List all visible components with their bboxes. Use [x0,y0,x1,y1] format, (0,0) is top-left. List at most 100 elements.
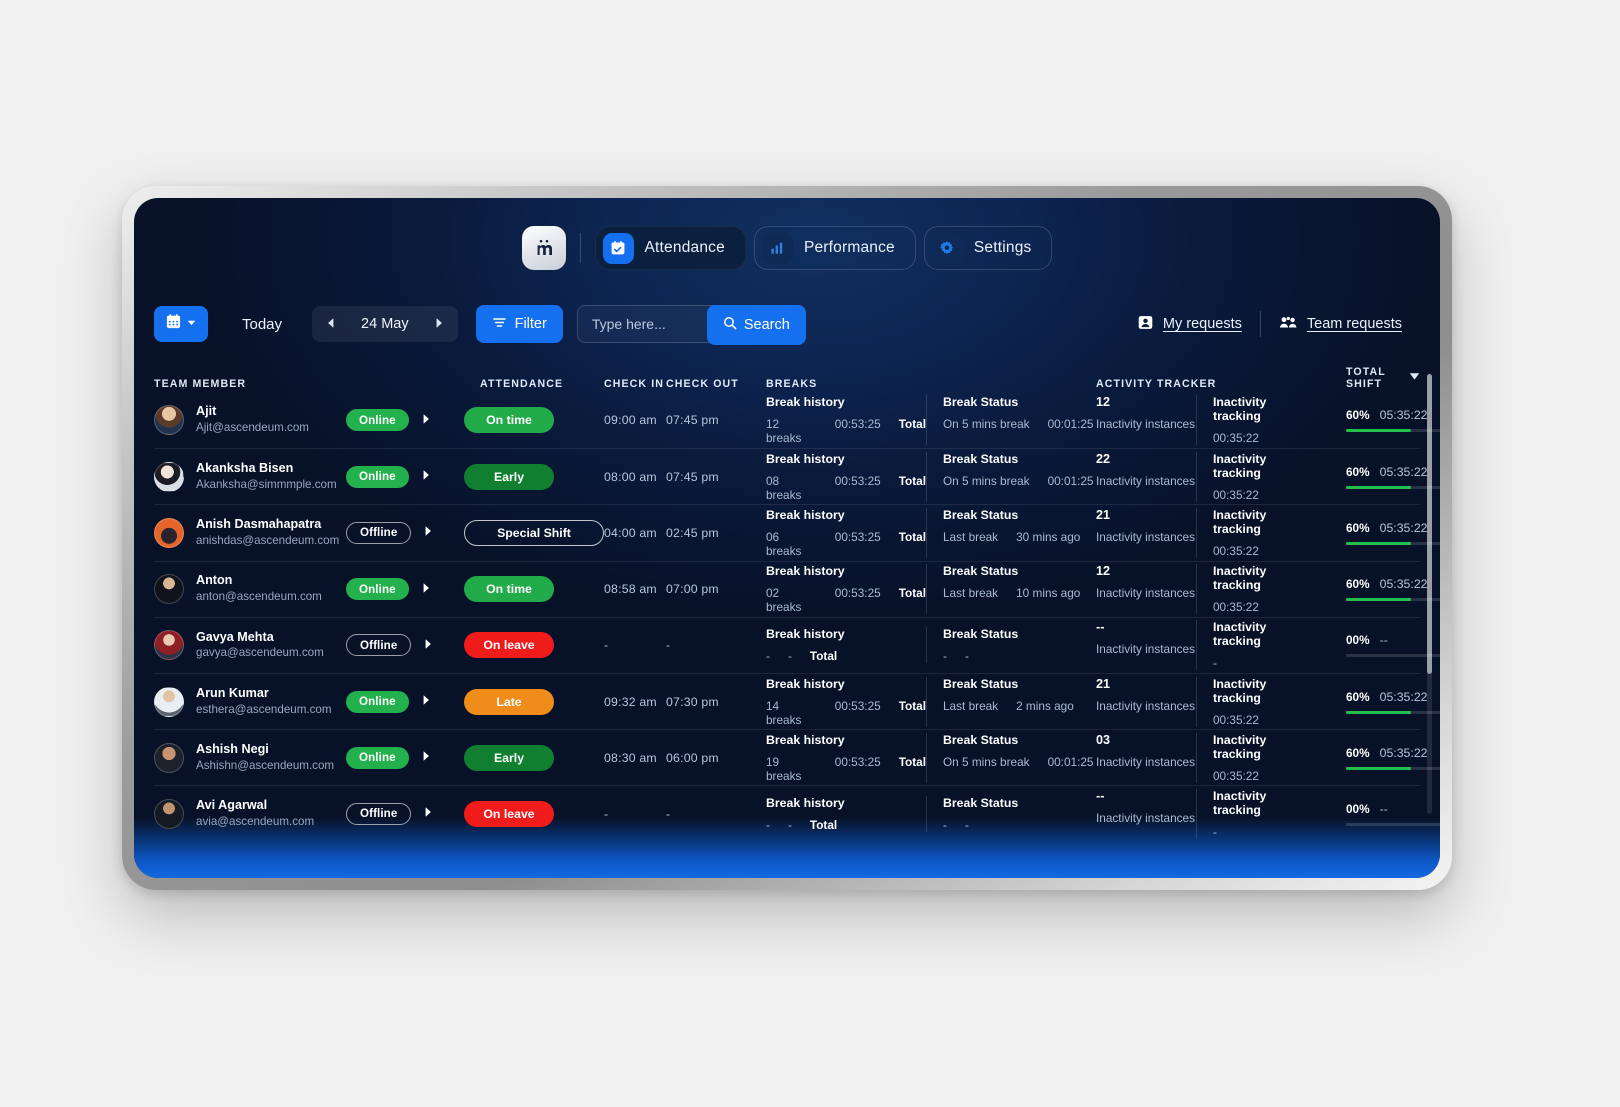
row-expand-icon[interactable] [424,525,433,540]
break-count: 12 breaks [766,417,802,446]
attendance-badge[interactable]: On leave [464,800,554,827]
member-email: gavya@ascendeum.com [196,646,324,660]
attendance-badge[interactable]: Early [464,744,554,771]
attendance-badge[interactable]: Special Shift [464,519,604,546]
table-row[interactable]: Ajit Ajit@ascendeum.com Online On time 0… [154,392,1440,448]
bar-chart-icon [761,232,793,264]
column-header-total-shift[interactable]: TOTAL SHIFT [1346,366,1420,390]
table-row[interactable]: Gavya Mehta gavya@ascendeum.com Offline … [154,616,1440,673]
cell-activity-tracker: 12 Inactivity instances Inactivity track… [1096,395,1346,446]
cell-team-member: Gavya Mehta gavya@ascendeum.com Offline [154,630,464,661]
cell-team-member: Ashish Negi Ashishn@ascendeum.com Online [154,742,464,773]
break-status-time: 2 mins ago [1016,698,1074,713]
status-badge[interactable]: Online [346,409,409,432]
chevron-right-icon[interactable] [435,317,444,332]
status-badge[interactable]: Online [346,578,409,601]
break-history-block: Break history 08 breaks 00:53:25 Total [766,452,926,502]
table-row[interactable]: Avi Agarwal avia@ascendeum.com Offline O… [154,785,1440,841]
filter-button[interactable]: Filter [475,305,563,343]
row-expand-icon[interactable] [424,638,433,653]
nav-tab-attendance[interactable]: Attendance [594,226,746,270]
shift-percent: 60% [1346,464,1370,479]
attendance-badge[interactable]: On time [464,407,554,434]
shift-time: 05:35:22 [1379,689,1428,704]
break-total-time: 00:53:25 [834,473,881,488]
cell-check-out: 07:45 pm [666,470,766,484]
break-history-label: Break history [766,627,845,642]
calendar-picker-button[interactable] [154,306,208,342]
table-row[interactable]: Arun Kumar esthera@ascendeum.com Online … [154,672,1440,729]
attendance-badge[interactable]: Early [464,463,554,490]
search-button[interactable]: Search [706,305,806,345]
check-out-time: 07:45 pm [666,413,719,428]
avatar [154,798,184,829]
attendance-badge[interactable]: On time [464,576,554,603]
inactivity-tracking-block: Inactivity tracking - [1196,620,1296,671]
avatar [154,630,184,661]
cell-check-in: - [604,807,666,821]
today-label[interactable]: Today [234,316,312,333]
break-total-label: Total [898,473,926,488]
app-logo-icon[interactable] [521,226,566,270]
inactivity-instances-label: Inactivity instances [1096,810,1196,825]
attendance-badge[interactable]: On leave [464,632,554,659]
chevron-down-icon[interactable] [1409,372,1420,384]
check-out-time: - [666,638,671,653]
member-name: Ajit [196,404,217,419]
break-total-label: Total [898,754,926,769]
inactivity-tracking-block: Inactivity tracking 00:35:22 [1196,732,1296,783]
cell-check-in: 08:30 am [604,751,666,765]
row-expand-icon[interactable] [422,469,431,484]
row-expand-icon[interactable] [422,694,431,709]
inactivity-count: 03 [1096,732,1111,747]
row-expand-icon[interactable] [422,582,431,597]
calendar-check-icon [602,232,634,264]
cell-attendance: On leave [464,800,604,827]
check-out-time: 06:00 pm [666,750,719,765]
break-status-label: Break Status [943,395,1019,410]
cell-check-in: 08:00 am [604,470,666,484]
search-icon [723,316,737,334]
nav-tab-performance-label: Performance [803,239,895,256]
status-badge[interactable]: Online [346,746,409,769]
check-out-time: 02:45 pm [666,525,719,540]
member-email: anishdas@ascendeum.com [196,534,340,548]
break-status-time: 30 mins ago [1016,529,1081,544]
check-in-time: 09:32 am [604,694,657,709]
attendance-badge[interactable]: Late [464,688,554,715]
shift-percent: 60% [1346,689,1370,704]
vertical-scrollbar[interactable] [1427,374,1432,814]
team-requests-link[interactable]: Team requests [1261,314,1420,335]
status-badge[interactable]: Offline [346,634,412,657]
cell-attendance: Special Shift [464,519,604,546]
member-name: Arun Kumar [196,685,269,700]
row-expand-icon[interactable] [422,750,431,765]
status-badge[interactable]: Offline [346,802,412,825]
cell-attendance: On time [464,576,604,603]
chevron-left-icon[interactable] [326,317,335,332]
status-badge[interactable]: Online [346,465,409,488]
inactivity-instances-block: 12 Inactivity instances [1096,395,1196,445]
nav-tab-settings[interactable]: Settings [923,226,1053,270]
break-status-block: Break Status Last break 2 mins ago [926,676,1096,727]
member-name: Gavya Mehta [196,629,274,644]
break-status-block: Break Status - - [926,627,1096,664]
table-row[interactable]: Anish Dasmahapatra anishdas@ascendeum.co… [154,504,1440,560]
my-requests-link[interactable]: My requests [1119,314,1260,335]
status-badge[interactable]: Offline [346,521,412,544]
shift-progress-bar [1346,429,1440,433]
check-in-time: 08:00 am [604,469,657,484]
inactivity-instances-block: 03 Inactivity instances [1096,733,1196,783]
status-badge[interactable]: Online [346,690,409,713]
row-expand-icon[interactable] [424,806,433,821]
row-expand-icon[interactable] [422,413,431,428]
table-row[interactable]: Anton anton@ascendeum.com Online On time… [154,560,1440,617]
break-status-label: Break Status [943,564,1019,579]
nav-tab-performance[interactable]: Performance [753,226,916,270]
cell-check-in: 09:00 am [604,413,666,427]
table-row[interactable]: Ashish Negi Ashishn@ascendeum.com Online… [154,729,1440,785]
cell-team-member: Akanksha Bisen Akanksha@simmmple.com Onl… [154,461,464,492]
table-row[interactable]: Akanksha Bisen Akanksha@simmmple.com Onl… [154,448,1440,504]
inactivity-time: 00:35:22 [1213,712,1259,727]
break-total-time: 00:53:25 [834,529,881,544]
